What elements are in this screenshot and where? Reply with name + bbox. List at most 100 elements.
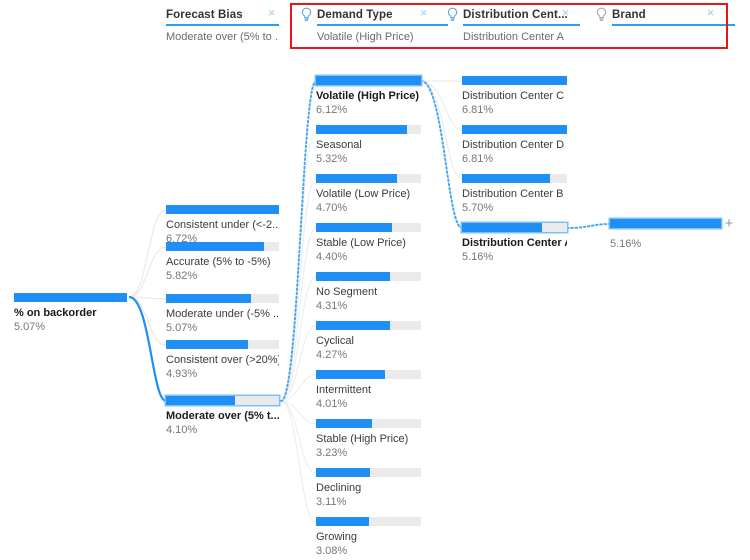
root-node-bar-fill xyxy=(14,293,127,302)
tree-node-bar-fill xyxy=(166,396,235,405)
tree-node-value: 3.11% xyxy=(316,496,347,508)
tree-node-bar xyxy=(462,223,567,232)
header-forecast-bias-underline xyxy=(166,24,279,26)
tree-node-bar xyxy=(610,219,721,228)
tree-node-bar xyxy=(316,272,421,281)
tree-node-bar xyxy=(316,76,421,85)
tree-node[interactable]: Distribution Center D 6.81% xyxy=(462,125,567,166)
tree-node[interactable]: No Segment 4.31% xyxy=(316,272,421,313)
header-forecast-bias-close-icon[interactable]: × xyxy=(266,6,277,19)
tree-node-value: 5.16% xyxy=(462,251,494,263)
tree-node-bar-fill xyxy=(166,205,279,214)
tree-node-label: Distribution Center D xyxy=(462,139,565,151)
tree-node-label: Stable (High Price) xyxy=(316,433,409,445)
header-distribution-center-title: Distribution Cent... xyxy=(463,8,568,21)
tree-node[interactable]: Intermittent 4.01% xyxy=(316,370,421,411)
header-demand-type-title: Demand Type xyxy=(317,8,393,21)
tree-node-bar-fill xyxy=(166,294,251,303)
root-node-label: % on backorder xyxy=(14,307,97,319)
tree-node-value: 3.08% xyxy=(316,545,348,557)
tree-node[interactable]: Consistent under (<-2... 6.72% xyxy=(166,205,279,246)
tree-node-value: 5.82% xyxy=(166,270,198,282)
lightbulb-icon[interactable] xyxy=(446,7,459,22)
tree-node[interactable]: 5.16% xyxy=(610,219,721,251)
tree-node-value: 3.23% xyxy=(316,447,348,459)
tree-node[interactable]: Distribution Center C 6.81% xyxy=(462,76,567,117)
tree-node-bar-fill xyxy=(316,468,370,477)
tree-node-value: 5.07% xyxy=(166,322,198,334)
tree-node-bar xyxy=(316,370,421,379)
lightbulb-icon[interactable] xyxy=(300,7,313,22)
header-demand-type-close-icon[interactable]: × xyxy=(418,6,429,19)
tree-node[interactable]: Distribution Center B 5.70% xyxy=(462,174,567,215)
tree-node-bar-fill xyxy=(316,419,372,428)
tree-node-label: Growing xyxy=(316,531,357,543)
tree-node-bar-fill xyxy=(166,340,249,349)
tree-node-label: Volatile (Low Price) xyxy=(316,188,411,200)
header-demand-type[interactable]: Demand Type × Volatile (High Price) xyxy=(300,6,448,46)
tree-node-value: 4.10% xyxy=(166,424,198,436)
tree-node-bar-fill xyxy=(610,219,721,228)
tree-node-value: 5.16% xyxy=(610,238,642,250)
tree-node-bar xyxy=(166,340,279,349)
tree-node-label: Moderate over (5% t... xyxy=(166,410,279,422)
tree-node-bar-fill xyxy=(316,272,390,281)
tree-node-label: Seasonal xyxy=(316,139,362,151)
tree-node[interactable]: Cyclical 4.27% xyxy=(316,321,421,362)
root-node[interactable]: % on backorder 5.07% xyxy=(14,293,127,334)
header-demand-type-underline xyxy=(317,24,448,26)
tree-node-label: Consistent over (>20%) xyxy=(166,354,279,366)
tree-node-value: 5.70% xyxy=(462,202,494,214)
tree-node[interactable]: Stable (High Price) 3.23% xyxy=(316,419,421,460)
tree-node-bar xyxy=(316,517,421,526)
header-brand-row: Brand × xyxy=(595,6,718,23)
tree-node[interactable]: Stable (Low Price) 4.40% xyxy=(316,223,421,264)
tree-node-bar xyxy=(462,174,567,183)
root-node-bar xyxy=(14,293,127,302)
header-forecast-bias-title: Forecast Bias xyxy=(166,8,243,21)
tree-node-bar-fill xyxy=(462,223,542,232)
tree-node-value: 4.01% xyxy=(316,398,348,410)
tree-node-value: 4.31% xyxy=(316,300,348,312)
tree-node-bar-fill xyxy=(166,242,265,251)
tree-node-value: 6.81% xyxy=(462,153,494,165)
tree-node-bar xyxy=(316,468,421,477)
tree-node-bar-fill xyxy=(462,125,567,134)
tree-node-label: Distribution Center A xyxy=(462,237,567,249)
tree-node[interactable]: Growing 3.08% xyxy=(316,517,421,558)
tree-node[interactable]: Volatile (Low Price) 4.70% xyxy=(316,174,421,215)
header-distribution-center-close-icon[interactable]: × xyxy=(560,6,571,19)
tree-node-bar xyxy=(316,223,421,232)
tree-node-value: 4.27% xyxy=(316,349,348,361)
tree-node-bar xyxy=(316,321,421,330)
lightbulb-icon[interactable] xyxy=(595,7,608,22)
header-forecast-bias[interactable]: Forecast Bias × Moderate over (5% to ... xyxy=(166,6,279,46)
tree-node-label: Distribution Center C xyxy=(462,90,565,102)
header-distribution-center[interactable]: Distribution Cent... × Distribution Center… xyxy=(446,6,580,46)
tree-node-bar xyxy=(316,419,421,428)
tree-node-value: 4.40% xyxy=(316,251,348,263)
tree-node[interactable]: Moderate under (-5% ... 5.07% xyxy=(166,294,279,335)
tree-node[interactable]: Seasonal 5.32% xyxy=(316,125,421,166)
tree-node[interactable]: Declining 3.11% xyxy=(316,468,421,509)
tree-node-label: Declining xyxy=(316,482,362,494)
root-node-value: 5.07% xyxy=(14,321,46,333)
header-brand-underline xyxy=(612,24,735,26)
tree-node-label: Moderate under (-5% ... xyxy=(166,308,279,320)
expand-brand-button[interactable]: + xyxy=(723,216,735,231)
tree-node-value: 4.70% xyxy=(316,202,348,214)
tree-node-label: Consistent under (<-2... xyxy=(166,219,279,231)
tree-node[interactable]: Volatile (High Price) 6.12% xyxy=(316,76,421,117)
tree-node[interactable]: Moderate over (5% t... 4.10% xyxy=(166,396,279,437)
tree-node-bar xyxy=(166,205,279,214)
tree-node[interactable]: Accurate (5% to -5%) 5.82% xyxy=(166,242,279,283)
tree-node-label: Intermittent xyxy=(316,384,372,396)
tree-node-label: Distribution Center B xyxy=(462,188,564,200)
tree-node[interactable]: Distribution Center A 5.16% xyxy=(462,223,567,264)
header-demand-type-row: Demand Type × xyxy=(300,6,431,23)
tree-node[interactable]: Consistent over (>20%) 4.93% xyxy=(166,340,279,381)
tree-node-bar xyxy=(316,125,421,134)
header-brand[interactable]: Brand × xyxy=(595,6,735,46)
header-brand-close-icon[interactable]: × xyxy=(705,6,716,19)
tree-node-bar-fill xyxy=(316,223,392,232)
